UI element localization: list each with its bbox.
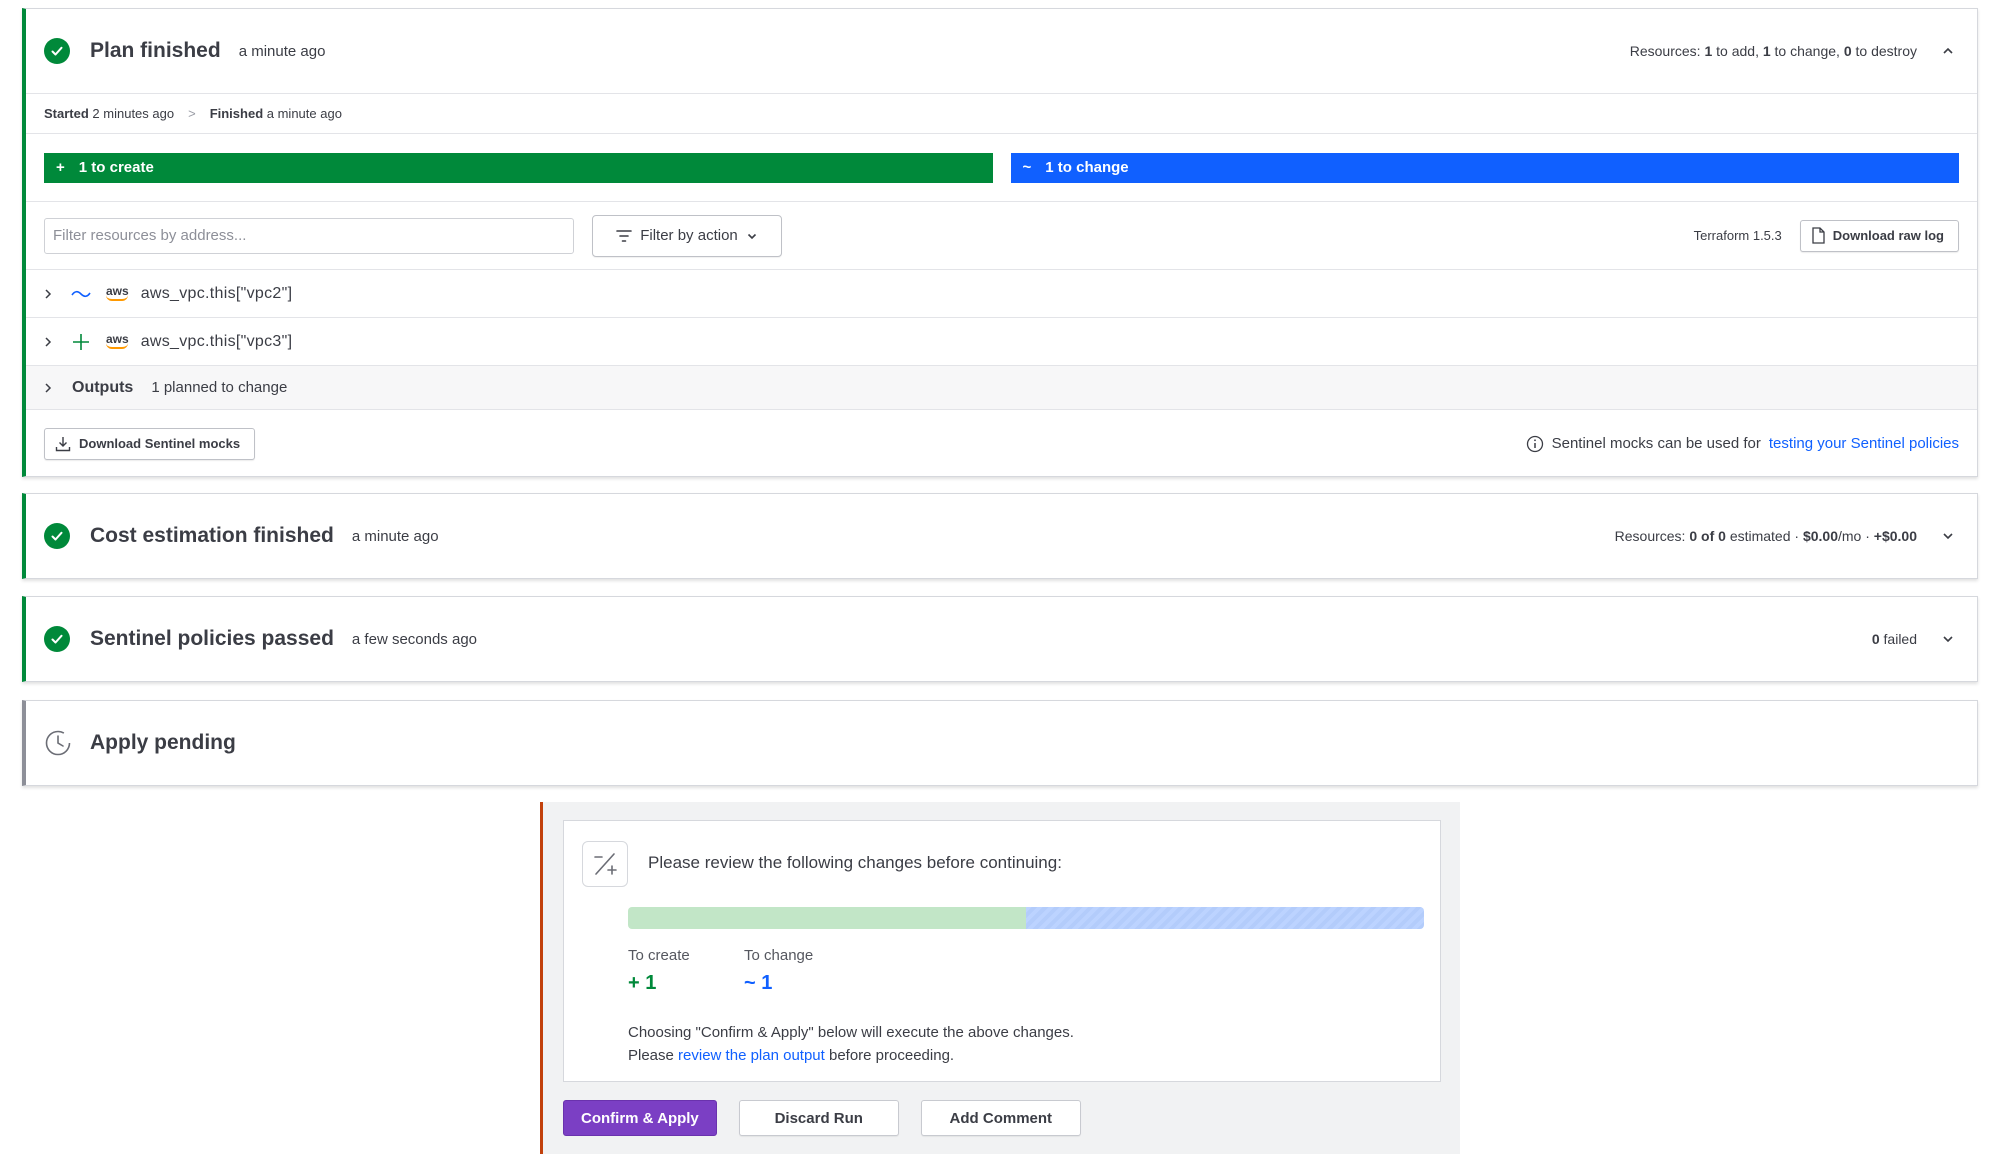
sentinel-policies-card: Sentinel policies passed a few seconds a… — [22, 596, 1978, 682]
timing-separator: > — [188, 106, 196, 121]
change-proportion-bar — [628, 907, 1424, 929]
aws-logo-icon: aws — [106, 333, 129, 349]
review-card: Please review the following changes befo… — [563, 820, 1441, 1082]
cost-time: a minute ago — [351, 527, 439, 545]
sentinel-header[interactable]: Sentinel policies passed a few seconds a… — [26, 597, 1977, 681]
create-proportion — [628, 907, 1026, 929]
change-bar-label: 1 to change — [1045, 159, 1129, 176]
chevron-down-icon[interactable] — [1939, 630, 1957, 648]
change-summary-bars: + 1 to create ~ 1 to change — [26, 133, 1977, 201]
tilde-icon: ~ — [1022, 159, 1032, 176]
check-circle-icon — [44, 38, 70, 64]
testing-sentinel-policies-link[interactable]: testing your Sentinel policies — [1769, 435, 1959, 452]
create-plus-icon — [70, 333, 92, 351]
finished-label: Finished — [209, 106, 264, 121]
plan-card: Plan finished a minute ago Resources: 1 … — [22, 8, 1978, 477]
plan-resources-summary: Resources: 1 to add, 1 to change, 0 to d… — [1629, 43, 1917, 59]
cost-title: Cost estimation finished — [90, 524, 334, 547]
started-value: 2 minutes ago — [92, 106, 175, 121]
info-icon — [1526, 435, 1543, 452]
change-proportion — [1026, 907, 1424, 929]
review-instructions: Choosing "Confirm & Apply" below will ex… — [628, 1021, 1074, 1067]
check-circle-icon — [44, 523, 70, 549]
apply-review-panel: Please review the following changes befo… — [540, 802, 1460, 1154]
check-circle-icon — [44, 626, 70, 652]
filter-toolbar: Filter by action Terraform 1.5.3 Downloa… — [26, 201, 1977, 269]
sentinel-mocks-info: Sentinel mocks can be used for testing y… — [1526, 435, 1959, 453]
chevron-right-icon[interactable] — [40, 286, 56, 302]
review-plan-output-link[interactable]: review the plan output — [678, 1047, 825, 1064]
download-raw-log-label: Download raw log — [1832, 228, 1944, 243]
change-tilde-icon — [70, 289, 92, 299]
review-line-2: Please review the plan output before pro… — [628, 1047, 955, 1064]
filter-icon — [616, 229, 633, 242]
filter-button-label: Filter by action — [640, 227, 738, 244]
review-title: Please review the following changes befo… — [648, 853, 1062, 872]
chevron-down-icon[interactable] — [1939, 527, 1957, 545]
resource-row[interactable]: aws aws_vpc.this["vpc2"] — [26, 269, 1977, 317]
create-bar[interactable]: + 1 to create — [44, 152, 993, 183]
to-change-stat: To change ~ 1 — [744, 947, 813, 995]
resource-address: aws_vpc.this["vpc3"] — [140, 332, 293, 350]
apply-header: Apply pending — [26, 701, 1977, 785]
started-label: Started — [44, 106, 89, 121]
cost-summary: Resources: 0 of 0 estimated · $0.00/mo ·… — [1614, 528, 1917, 544]
outputs-row[interactable]: Outputs 1 planned to change — [26, 365, 1977, 409]
to-create-label: To create — [628, 947, 690, 964]
terraform-version: Terraform 1.5.3 — [1693, 228, 1782, 243]
file-icon — [1812, 227, 1825, 244]
chevron-down-icon — [747, 233, 756, 239]
sentinel-failed-summary: 0 failed — [1871, 631, 1917, 647]
plan-title: Plan finished — [90, 39, 221, 62]
cost-header[interactable]: Cost estimation finished a minute ago Re… — [26, 494, 1977, 578]
outputs-label: Outputs — [72, 378, 134, 396]
create-bar-label: 1 to create — [78, 159, 154, 176]
resource-search-input[interactable] — [44, 217, 574, 254]
mocks-info-text: Sentinel mocks can be used for — [1551, 435, 1761, 452]
download-mocks-label: Download Sentinel mocks — [79, 436, 241, 451]
clock-pending-icon — [44, 729, 72, 757]
to-create-value: + 1 — [628, 972, 657, 994]
chevron-up-icon[interactable] — [1939, 42, 1957, 60]
download-sentinel-mocks-button[interactable]: Download Sentinel mocks — [44, 427, 256, 460]
change-bar[interactable]: ~ 1 to change — [1010, 152, 1959, 183]
apply-actions: Confirm & Apply Discard Run Add Comment — [563, 1100, 1081, 1136]
confirm-apply-button[interactable]: Confirm & Apply — [563, 1100, 717, 1136]
plan-timing: Started 2 minutes ago > Finished a minut… — [26, 93, 1977, 133]
chevron-right-icon[interactable] — [40, 380, 56, 396]
add-comment-button[interactable]: Add Comment — [920, 1100, 1081, 1136]
filter-by-action-button[interactable]: Filter by action — [592, 214, 782, 257]
chevron-right-icon[interactable] — [40, 334, 56, 350]
plan-time: a minute ago — [238, 42, 326, 60]
plus-icon: + — [56, 159, 65, 176]
finished-value: a minute ago — [266, 106, 342, 121]
to-change-label: To change — [744, 947, 814, 964]
sentinel-time: a few seconds ago — [351, 630, 478, 648]
sentinel-title: Sentinel policies passed — [90, 627, 334, 650]
plus-minus-diff-icon — [582, 841, 628, 887]
review-line-1: Choosing "Confirm & Apply" below will ex… — [628, 1024, 1074, 1041]
outputs-summary: 1 planned to change — [151, 379, 288, 396]
apply-pending-card: Apply pending — [22, 700, 1978, 786]
cost-estimation-card: Cost estimation finished a minute ago Re… — [22, 493, 1978, 579]
aws-logo-icon: aws — [106, 285, 129, 301]
download-icon — [55, 436, 71, 451]
discard-run-button[interactable]: Discard Run — [738, 1100, 899, 1136]
resource-address: aws_vpc.this["vpc2"] — [140, 284, 293, 302]
sentinel-mocks-row: Download Sentinel mocks Sentinel mocks c… — [26, 409, 1977, 477]
plan-header[interactable]: Plan finished a minute ago Resources: 1 … — [26, 9, 1977, 93]
to-change-value: ~ 1 — [744, 972, 773, 994]
download-raw-log-button[interactable]: Download raw log — [1799, 219, 1959, 252]
resource-row[interactable]: aws aws_vpc.this["vpc3"] — [26, 317, 1977, 365]
apply-title: Apply pending — [90, 731, 236, 754]
to-create-stat: To create + 1 — [628, 947, 690, 995]
